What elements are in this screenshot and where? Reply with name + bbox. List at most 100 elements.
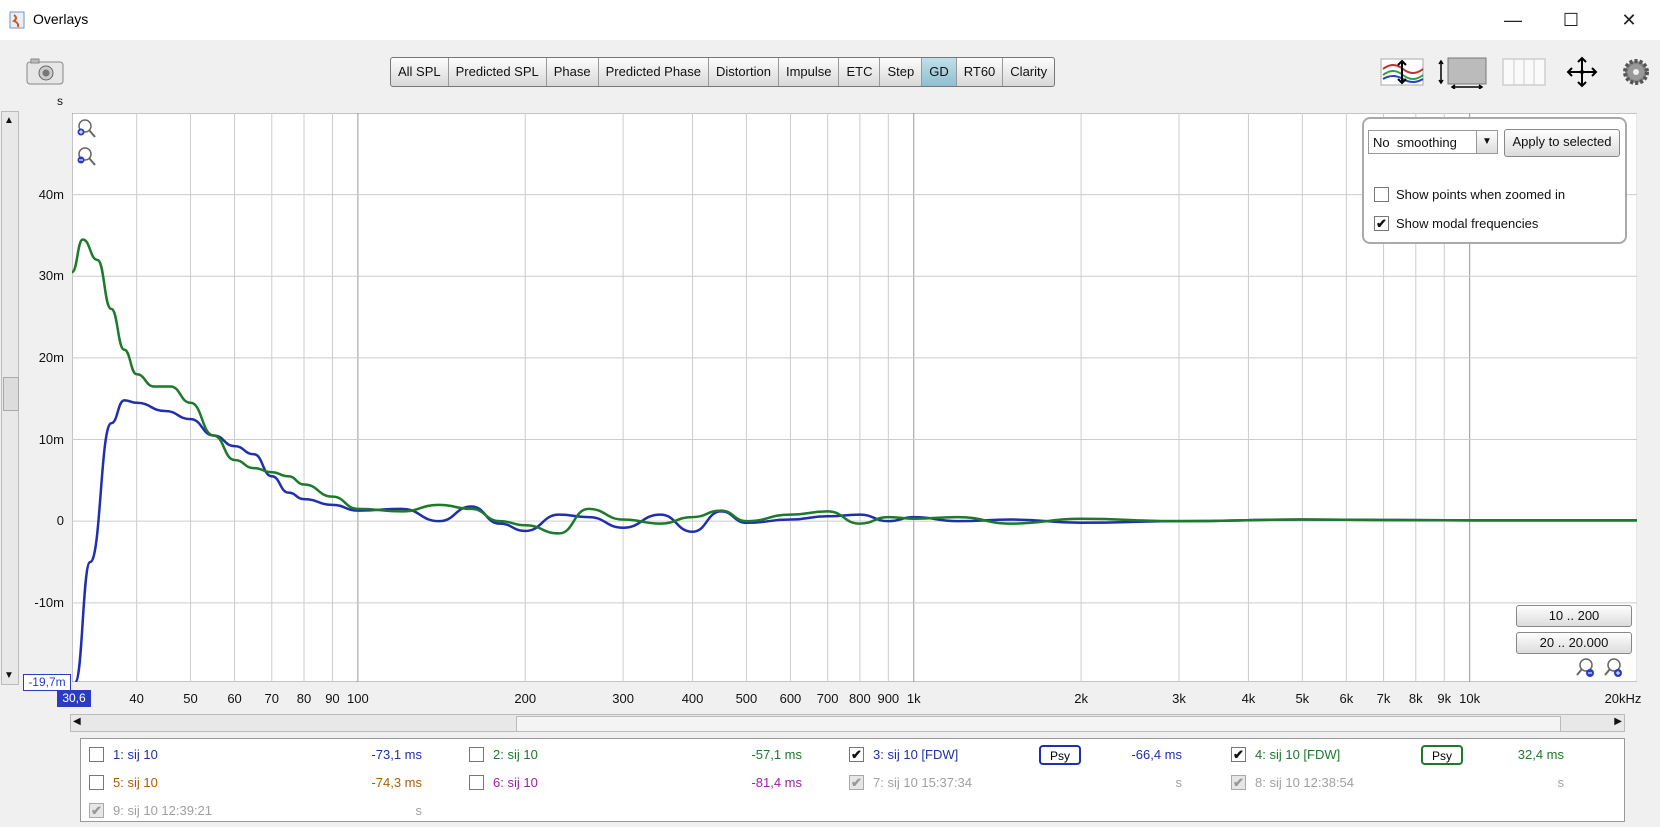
x-tick-label: 1k — [906, 691, 921, 706]
show-modal-checkbox[interactable]: ✔ — [1374, 216, 1389, 231]
graph-size-icon[interactable] — [1438, 55, 1488, 90]
range-20-20000-button[interactable]: 20 .. 20.000 — [1516, 632, 1632, 654]
tab-etc[interactable]: ETC — [839, 58, 881, 86]
x-tick-label: 700 — [816, 691, 839, 706]
apply-to-selected-button[interactable]: Apply to selected — [1504, 129, 1620, 157]
legend-checkbox[interactable] — [89, 747, 104, 762]
measurement-legend: 1: sij 10 -73,1 ms 2: sij 10 -57,1 ms ✔ 3: si… — [80, 738, 1625, 822]
y-tick-label: 40m — [38, 186, 64, 202]
maximize-button[interactable]: ☐ — [1548, 8, 1594, 32]
x-tick-label: 400 — [681, 691, 704, 706]
graph-tabs: All SPL Predicted SPL Phase Predicted Phase… — [390, 57, 1056, 87]
legend-value: -57,1 ms — [751, 747, 802, 762]
legend-label[interactable]: 8: sij 10 12:38:54 — [1255, 775, 1354, 790]
tab-phase[interactable]: Phase — [547, 58, 599, 86]
psy-badge[interactable]: Psy — [1421, 745, 1463, 765]
psy-badge[interactable]: Psy — [1039, 745, 1081, 765]
tab-distortion[interactable]: Distortion — [709, 58, 779, 86]
h-scroll-thumb[interactable] — [516, 716, 1561, 732]
x-tick-label: 3k — [1172, 691, 1186, 706]
scroll-up-arrow-icon[interactable]: ▲ — [4, 115, 14, 126]
show-points-label: Show points when zoomed in — [1396, 187, 1566, 202]
pan-arrows-icon[interactable] — [1560, 55, 1604, 89]
x-tick-label: 600 — [779, 691, 802, 706]
x-tick-label: 7k — [1376, 691, 1391, 706]
java-app-icon — [9, 11, 25, 29]
x-tick-label: 8k — [1408, 691, 1423, 706]
tab-predicted-spl[interactable]: Predicted SPL — [449, 58, 547, 86]
horizontal-scrollbar[interactable]: ◀ ▶ — [70, 714, 1625, 732]
tab-impulse[interactable]: Impulse — [779, 58, 840, 86]
x-tick-label: 500 — [735, 691, 758, 706]
smoothing-value: No smoothing — [1373, 135, 1457, 150]
x-tick-label: 100 — [347, 691, 369, 706]
legend-value: -74,3 ms — [371, 775, 422, 790]
y-tick-label: 0 — [56, 513, 64, 529]
zoom-in-x-icon[interactable] — [1602, 657, 1624, 682]
x-tick-label: 50 — [183, 691, 198, 706]
legend-checkbox[interactable]: ✔ — [1231, 775, 1246, 790]
x-tick-label: 5k — [1295, 691, 1310, 706]
show-points-checkbox[interactable] — [1374, 187, 1389, 202]
legend-checkbox[interactable]: ✔ — [89, 803, 104, 818]
y-min-value-box[interactable]: -19,7m — [23, 674, 71, 691]
x-tick-label: 10k — [1459, 691, 1481, 706]
tab-gd[interactable]: GD — [922, 58, 957, 86]
zoom-out-x-icon[interactable] — [1574, 657, 1596, 682]
x-tick-label: 800 — [849, 691, 871, 706]
x-tick-label: 300 — [612, 691, 634, 706]
legend-checkbox[interactable]: ✔ — [849, 775, 864, 790]
x-tick-label: 6k — [1339, 691, 1354, 706]
scroll-down-arrow-icon[interactable]: ▼ — [4, 670, 14, 681]
legend-checkbox[interactable] — [469, 747, 484, 762]
legend-label[interactable]: 9: sij 10 12:39:21 — [113, 803, 212, 818]
curve-scale-icon[interactable] — [1380, 55, 1424, 89]
scroll-thumb[interactable] — [3, 377, 19, 411]
tab-predicted-phase[interactable]: Predicted Phase — [599, 58, 710, 86]
legend-label[interactable]: 6: sij 10 — [493, 775, 538, 790]
gear-icon[interactable] — [1620, 55, 1652, 89]
y-tick-label: 10m — [38, 431, 64, 447]
legend-value: s — [415, 803, 423, 818]
scroll-left-arrow-icon[interactable]: ◀ — [73, 716, 81, 727]
title-bar — [0, 0, 1660, 40]
legend-checkbox[interactable]: ✔ — [1231, 747, 1246, 762]
tab-rt60[interactable]: RT60 — [957, 58, 1004, 86]
tab-clarity[interactable]: Clarity — [1003, 58, 1054, 86]
legend-checkbox[interactable] — [469, 775, 484, 790]
zoom-out-icon[interactable] — [77, 146, 97, 171]
legend-label[interactable]: 4: sij 10 [FDW] — [1255, 747, 1340, 762]
show-modal-label: Show modal frequencies — [1396, 216, 1539, 231]
chevron-down-icon[interactable]: ▼ — [1476, 131, 1497, 153]
x-min-value-box[interactable]: 30,6 — [57, 690, 91, 707]
window-title: Overlays — [33, 11, 89, 27]
minimize-button[interactable]: — — [1490, 8, 1536, 32]
legend-label[interactable]: 7: sij 10 15:37:34 — [873, 775, 972, 790]
x-tick-label: 90 — [325, 691, 340, 706]
legend-label[interactable]: 2: sij 10 — [493, 747, 538, 762]
tab-step[interactable]: Step — [880, 58, 923, 86]
x-tick-label: 20kHz — [1604, 691, 1642, 706]
legend-value: 32,4 ms — [1517, 747, 1564, 762]
legend-label[interactable]: 5: sij 10 — [113, 775, 158, 790]
legend-label[interactable]: 3: sij 10 [FDW] — [873, 747, 958, 762]
x-tick-label: 80 — [296, 691, 312, 706]
legend-checkbox[interactable] — [89, 775, 104, 790]
range-10-200-button[interactable]: 10 .. 200 — [1516, 605, 1632, 627]
smoothing-select[interactable]: No smoothing ▼ — [1368, 130, 1498, 154]
camera-icon[interactable] — [26, 58, 64, 86]
zoom-in-icon[interactable] — [77, 118, 97, 143]
y-axis-unit: s — [57, 94, 63, 108]
graph-controls-panel: No smoothing ▼ Apply to selected Show po… — [1362, 117, 1627, 244]
legend-value: s — [1175, 775, 1183, 790]
close-button[interactable]: ✕ — [1606, 8, 1652, 32]
legend-value: s — [1557, 775, 1565, 790]
columns-icon[interactable] — [1502, 55, 1546, 89]
x-tick-label: 2k — [1074, 691, 1088, 706]
x-tick-label: 60 — [227, 691, 242, 706]
x-tick-label: 40 — [129, 691, 144, 706]
scroll-right-arrow-icon[interactable]: ▶ — [1614, 716, 1622, 727]
legend-checkbox[interactable]: ✔ — [849, 747, 864, 762]
tab-all-spl[interactable]: All SPL — [391, 58, 449, 86]
legend-label[interactable]: 1: sij 10 — [113, 747, 158, 762]
